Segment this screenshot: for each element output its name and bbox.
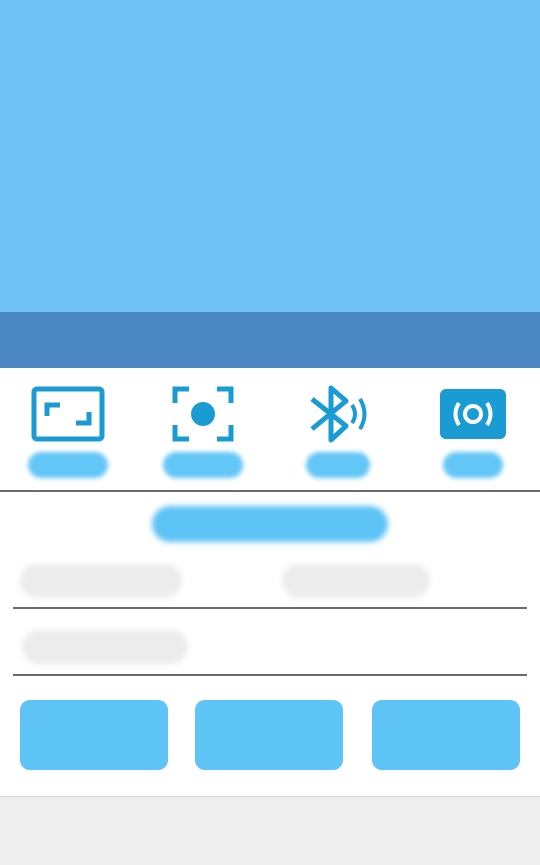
fullscreen-frame-icon (28, 386, 108, 442)
info-field (20, 564, 182, 598)
action-button-2[interactable] (195, 700, 343, 770)
mode-item-fullscreen[interactable] (0, 368, 135, 490)
broadcast-icon (433, 386, 513, 442)
action-button-3[interactable] (372, 700, 520, 770)
divider (13, 607, 527, 609)
mode-toolbar (0, 368, 540, 490)
action-button-1[interactable] (20, 700, 168, 770)
mode-item-focus[interactable] (135, 368, 270, 490)
preview-area[interactable] (0, 0, 540, 312)
mode-label (442, 452, 503, 478)
preview-footer-band (0, 312, 540, 368)
mode-label (162, 452, 243, 478)
mode-label (27, 452, 108, 478)
mode-label (305, 452, 370, 478)
mode-item-bluetooth[interactable] (270, 368, 405, 490)
bluetooth-signal-icon (298, 385, 378, 443)
info-title (152, 506, 388, 542)
bottom-bar (0, 796, 540, 865)
mode-item-broadcast[interactable] (405, 368, 540, 490)
app-screen (0, 0, 540, 865)
focus-record-icon (163, 386, 243, 442)
divider (0, 490, 540, 492)
info-field (22, 630, 188, 664)
info-field (282, 564, 430, 598)
divider (13, 674, 527, 676)
